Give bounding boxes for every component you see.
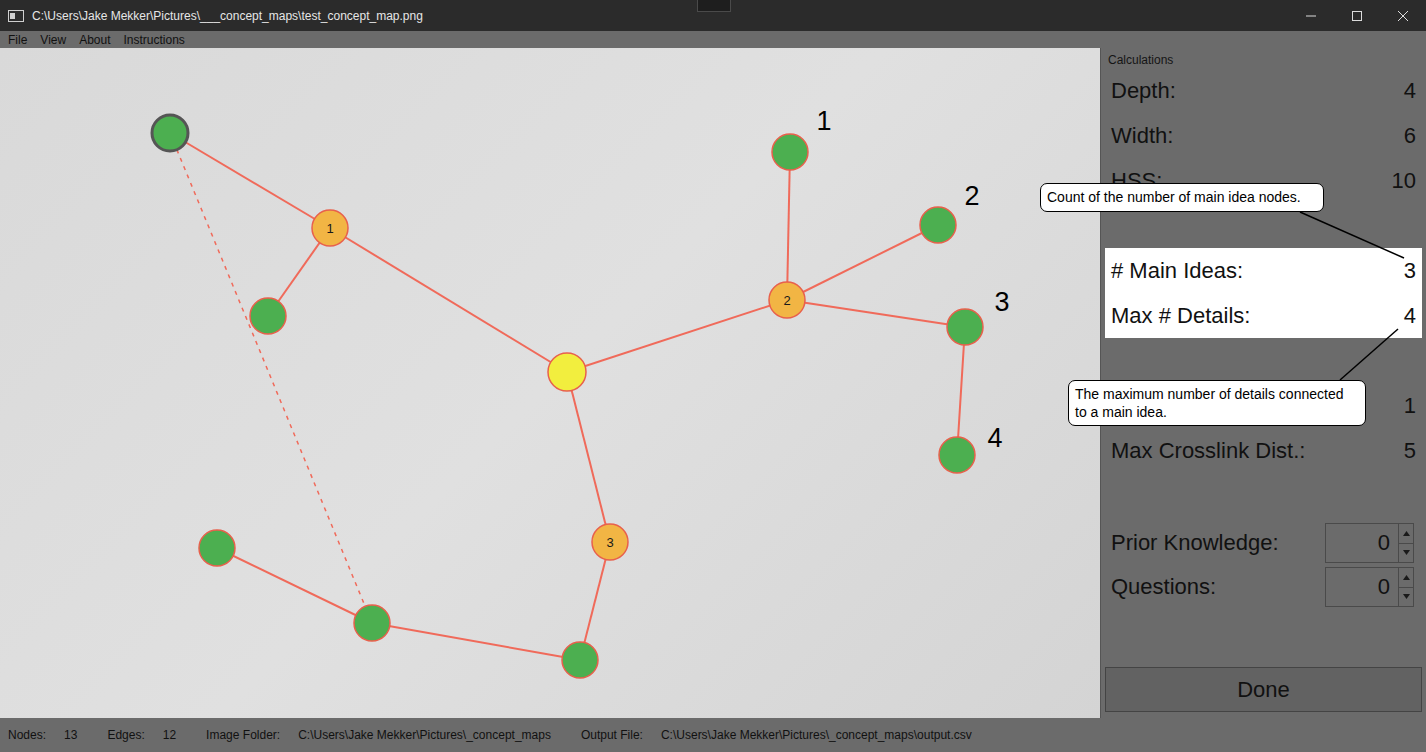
detail-node[interactable]	[152, 115, 188, 151]
metric-label: Width:	[1111, 123, 1173, 149]
metric-label: Max # Details:	[1111, 303, 1250, 329]
down-arrow-icon	[1403, 550, 1410, 555]
up-arrow-icon	[1403, 575, 1410, 580]
menu-item[interactable]: Instructions	[124, 33, 185, 47]
metric-label: Max Crosslink Dist.:	[1111, 438, 1305, 464]
detail-node[interactable]	[562, 642, 598, 678]
status-value: 12	[163, 728, 176, 742]
metric-label: Depth:	[1111, 78, 1176, 104]
increment-button[interactable]	[1399, 524, 1413, 543]
close-icon	[1398, 11, 1408, 21]
edge[interactable]	[372, 623, 580, 660]
metric-label: # Main Ideas:	[1111, 258, 1243, 284]
node-number: 3	[606, 535, 613, 550]
callout-pointers	[0, 0, 1426, 752]
decrement-button[interactable]	[1399, 587, 1413, 607]
down-arrow-icon	[1403, 594, 1410, 599]
annotation-number: 4	[987, 423, 1002, 453]
status-label: Nodes:	[8, 728, 46, 742]
metric-row: Width: 6	[1105, 113, 1422, 158]
detail-node[interactable]	[354, 605, 390, 641]
group-title: Calculations	[1105, 52, 1422, 68]
crosslink-edge[interactable]	[170, 133, 372, 623]
spinner-label: Prior Knowledge:	[1111, 530, 1279, 556]
close-button[interactable]	[1380, 0, 1426, 31]
metric-value: 10	[1392, 168, 1416, 194]
metric-row: Max Crosslink Dist.: 5	[1105, 428, 1422, 473]
annotation-number: 3	[994, 287, 1009, 317]
detail-node[interactable]	[939, 437, 975, 473]
edge[interactable]	[567, 372, 610, 542]
metric-value: 5	[1404, 438, 1416, 464]
status-label: Output File:	[581, 728, 643, 742]
detail-node[interactable]	[250, 298, 286, 334]
status-value: 13	[64, 728, 77, 742]
concept-map: 1 2 3 1 2 3 4	[0, 48, 1100, 718]
metric-row: Max # Details: 4	[1105, 293, 1422, 338]
status-label: Image Folder:	[206, 728, 280, 742]
node-number: 2	[783, 293, 790, 308]
metric-value: 1	[1404, 393, 1416, 419]
status-bar: Nodes: 13 Edges: 12 Image Folder: C:\Users\Ja…	[0, 718, 1426, 752]
metric-row: Depth: 4	[1105, 68, 1422, 113]
metric-row: # Main Ideas: 3	[1105, 248, 1422, 293]
menu-item[interactable]: About	[79, 33, 110, 47]
main-node[interactable]: 2	[769, 282, 805, 318]
detail-node[interactable]	[772, 134, 808, 170]
edge[interactable]	[957, 327, 965, 455]
metric-value: 4	[1404, 303, 1416, 329]
status-value: C:\Users\Jake Mekker\Pictures\_concept_m…	[661, 728, 972, 742]
edge[interactable]	[787, 225, 938, 300]
menu-item[interactable]: File	[8, 33, 27, 47]
status-item: Image Folder: C:\Users\Jake Mekker\Pictur…	[206, 728, 551, 742]
annotation-number: 1	[816, 106, 831, 136]
window-title: C:\Users\Jake Mekker\Pictures\___concept…	[32, 9, 423, 23]
spinner-field[interactable]: 0	[1325, 567, 1399, 607]
spinner-row: Questions: 0	[1105, 565, 1422, 609]
annotation-number: 2	[964, 181, 979, 211]
increment-button[interactable]	[1399, 568, 1413, 587]
minimize-button[interactable]	[1288, 0, 1334, 31]
metric-value: 3	[1404, 258, 1416, 284]
main-node[interactable]: 3	[592, 524, 628, 560]
maximize-button[interactable]	[1334, 0, 1380, 31]
app-window: C:\Users\Jake Mekker\Pictures\___concept…	[0, 0, 1426, 752]
spinner-row: Prior Knowledge: 0	[1105, 521, 1422, 565]
concept-map-canvas[interactable]: 1 2 3 1 2 3 4	[0, 48, 1100, 718]
status-label: Edges:	[107, 728, 144, 742]
detail-node[interactable]	[920, 207, 956, 243]
metric-value: 6	[1404, 123, 1416, 149]
window-icon	[8, 10, 24, 22]
decrement-button[interactable]	[1399, 543, 1413, 563]
detail-node[interactable]	[199, 530, 235, 566]
edge[interactable]	[567, 300, 787, 372]
main-node[interactable]: 1	[312, 210, 348, 246]
maximize-icon	[1352, 11, 1362, 21]
status-value: C:\Users\Jake Mekker\Pictures\_concept_m…	[298, 728, 551, 742]
title-bar: C:\Users\Jake Mekker\Pictures\___concept…	[0, 0, 1426, 31]
menu-item[interactable]: View	[40, 33, 66, 47]
done-button[interactable]: Done	[1105, 667, 1422, 712]
edge[interactable]	[330, 228, 567, 372]
status-item: Output File: C:\Users\Jake Mekker\Picture…	[581, 728, 972, 742]
edge[interactable]	[787, 300, 965, 327]
drag-handle-icon[interactable]	[697, 0, 731, 12]
menu-bar: File View About Instructions	[0, 31, 1426, 48]
node-number: 1	[326, 221, 333, 236]
edge[interactable]	[787, 152, 790, 300]
status-item: Edges: 12	[107, 728, 176, 742]
status-item: Nodes: 13	[8, 728, 77, 742]
callout: The maximum number of details connected …	[1068, 380, 1366, 426]
minimize-icon	[1306, 11, 1316, 21]
edge[interactable]	[217, 548, 372, 623]
root-node[interactable]	[548, 353, 586, 391]
spinner-label: Questions:	[1111, 574, 1216, 600]
spinner-field[interactable]: 0	[1325, 523, 1399, 563]
metric-value: 4	[1404, 78, 1416, 104]
edge[interactable]	[170, 133, 330, 228]
detail-node[interactable]	[947, 309, 983, 345]
up-arrow-icon	[1403, 531, 1410, 536]
callout: Count of the number of main idea nodes.	[1040, 183, 1324, 212]
